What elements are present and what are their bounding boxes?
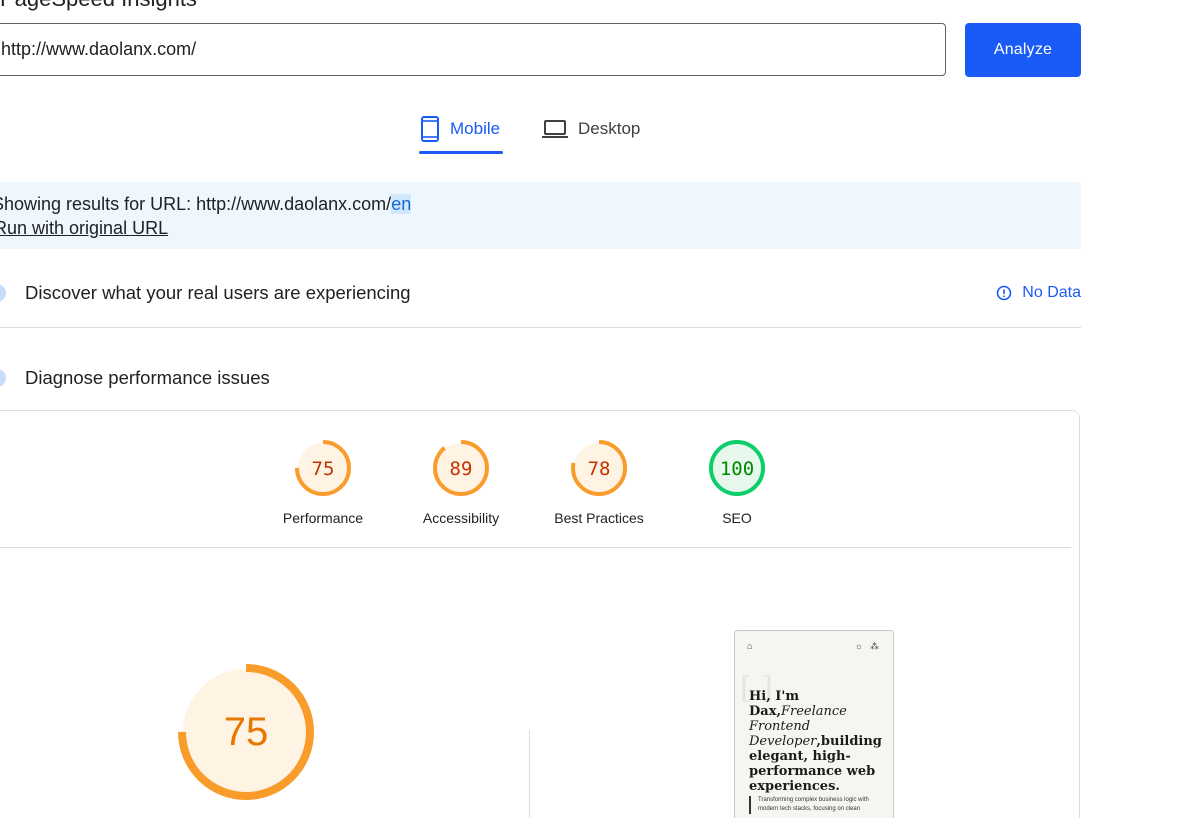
info-icon (996, 285, 1012, 301)
score-gauges: 75 Performance 89 Accessibility 78 Best … (0, 438, 1200, 538)
gauge-score: 75 (312, 458, 335, 480)
gauge-label: Accessibility (422, 510, 500, 526)
url-input-wrapper[interactable] (0, 23, 946, 76)
analyze-button[interactable]: Analyze (965, 23, 1081, 77)
section-icon (0, 369, 6, 387)
no-data-indicator[interactable]: No Data (996, 284, 1081, 302)
banner-results-text: Showing results for URL: http://www.daol… (0, 194, 412, 215)
home-icon: ⌂ (747, 641, 753, 651)
no-data-label: No Data (1022, 284, 1081, 301)
tab-mobile-label: Mobile (450, 119, 501, 138)
url-redirect-banner: Showing results for URL: http://www.daol… (0, 182, 1081, 249)
translate-icon: ⁂ (870, 641, 879, 651)
gauge-best-practices[interactable]: 78 Best Practices (539, 438, 659, 526)
gauge-score: 100 (720, 458, 754, 480)
gauge-label: SEO (722, 510, 752, 526)
field-data-section: Discover what your real users are experi… (0, 271, 1081, 315)
divider (529, 730, 530, 818)
gauge-seo[interactable]: 100 SEO (677, 438, 797, 526)
banner-prefix: Showing results for URL: http://www.daol… (0, 194, 392, 214)
gauge-accessibility[interactable]: 89 Accessibility (401, 438, 521, 526)
sun-icon: ☼ (854, 641, 863, 651)
gauge-label: Performance (282, 510, 364, 526)
gauge-score: 78 (588, 458, 611, 480)
page: PageSpeed Insights Analyze Mobile Deskto… (0, 0, 1200, 818)
gauge-performance[interactable]: 75 Performance (263, 438, 383, 526)
gauge-ring: 75 (295, 440, 351, 496)
gauge-ring: 100 (709, 440, 765, 496)
performance-score-gauge: 75 (178, 664, 314, 800)
tab-desktop[interactable]: Desktop (542, 104, 640, 154)
gauge-label: Best Practices (554, 510, 644, 526)
banner-highlight: en (391, 194, 412, 214)
section-icon (0, 284, 6, 302)
laptop-icon (542, 120, 568, 138)
smartphone-icon (421, 116, 439, 142)
page-heading: PageSpeed Insights (0, 0, 197, 12)
preview-topbar: ⌂ ☼ ⁂ (747, 641, 881, 653)
tab-desktop-label: Desktop (578, 119, 641, 138)
device-tabs: Mobile Desktop (0, 104, 1200, 156)
diagnose-title: Diagnose performance issues (25, 367, 270, 388)
divider (0, 547, 1071, 548)
url-input[interactable] (0, 24, 909, 75)
gauge-ring: 89 (433, 440, 489, 496)
gauge-ring: 78 (571, 440, 627, 496)
active-tab-indicator (419, 151, 503, 154)
preview-heading: Hi, I'm Dax,Freelance Frontend Developer… (749, 689, 882, 794)
page-screenshot-preview: ⌂ ☼ ⁂ [ ] Hi, I'm Dax,Freelance Frontend… (734, 630, 894, 818)
field-data-title: Discover what your real users are experi… (25, 282, 411, 303)
divider (0, 327, 1081, 328)
performance-score-value: 75 (224, 710, 269, 754)
run-original-url-link[interactable]: Run with original URL (0, 218, 168, 239)
preview-quote: Transforming complex business logic with… (749, 796, 888, 814)
diagnose-section: Diagnose performance issues (0, 356, 1081, 400)
gauge-score: 89 (450, 458, 473, 480)
tab-mobile[interactable]: Mobile (420, 104, 500, 154)
